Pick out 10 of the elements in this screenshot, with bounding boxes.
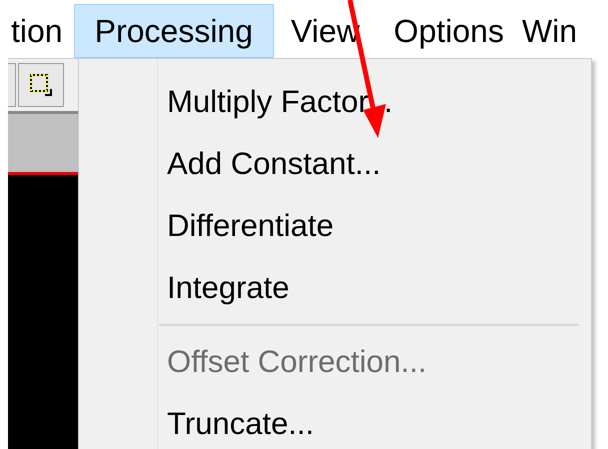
menu-title[interactable]: Win bbox=[516, 4, 590, 58]
menu-item[interactable]: Differentiate bbox=[79, 195, 591, 257]
menu-title[interactable]: tion bbox=[6, 4, 74, 58]
selection-rectangle-icon bbox=[28, 72, 54, 98]
menu-item[interactable]: Add Constant... bbox=[79, 133, 591, 195]
menu-title[interactable]: Processing bbox=[74, 4, 274, 58]
menu-item[interactable]: Truncate... bbox=[79, 393, 591, 449]
selection-tool-button[interactable] bbox=[18, 63, 64, 107]
menu-title[interactable]: Options bbox=[388, 4, 517, 58]
menu-item[interactable]: Integrate bbox=[79, 257, 591, 319]
